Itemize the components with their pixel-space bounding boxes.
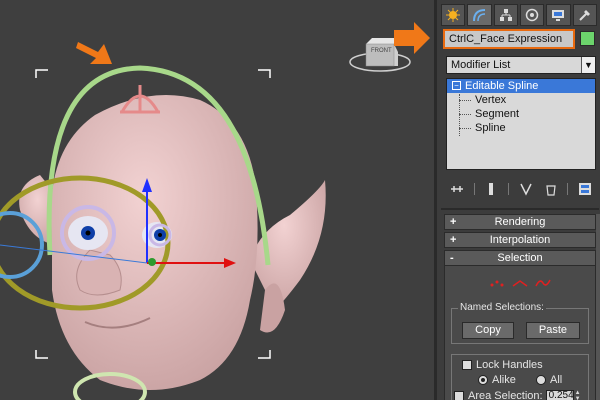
utilities-tab[interactable]: [572, 4, 597, 26]
segment-level-icon[interactable]: [512, 278, 528, 288]
display-tab[interactable]: [546, 4, 571, 26]
configure-icon: [578, 183, 591, 195]
trash-icon: [545, 185, 556, 196]
rollout-rendering[interactable]: + Rendering: [444, 214, 596, 230]
hierarchy-tab[interactable]: [493, 4, 518, 26]
panel-scrollbar[interactable]: [596, 214, 600, 400]
lock-handles-label: Lock Handles: [476, 359, 543, 371]
command-panel: CtrlC_Face Expression Modifier List ▼ − …: [434, 0, 600, 400]
pin-icon: [451, 186, 463, 192]
spinner-arrows-icon[interactable]: ▲ ▼: [575, 390, 581, 400]
stack-item-segment[interactable]: Segment: [447, 107, 595, 121]
stack-item-label: Spline: [475, 122, 506, 134]
show-end-result-button[interactable]: [483, 181, 499, 197]
all-radio[interactable]: [536, 375, 546, 385]
named-selections-label: Named Selections:: [458, 302, 546, 313]
stack-item-editable-spline[interactable]: − Editable Spline: [447, 79, 595, 93]
copy-button[interactable]: Copy: [462, 322, 514, 339]
remove-modifier-button[interactable]: [543, 181, 559, 197]
modify-tab-icon: [473, 9, 486, 22]
selection-rollout-body: Named Selections: Copy Paste Lock Handle…: [444, 266, 596, 400]
toolbar-divider: [508, 183, 510, 195]
make-unique-button[interactable]: [518, 181, 534, 197]
lock-handles-row: Lock Handles: [462, 359, 543, 371]
subobject-level-icons: [485, 278, 555, 290]
expand-icon: +: [450, 216, 457, 228]
stack-item-label: Segment: [475, 108, 520, 120]
stack-item-vertex[interactable]: Vertex: [447, 93, 595, 107]
handle-options-group: Lock Handles Alike All Area Selection: 0…: [451, 354, 589, 400]
command-panel-tabs: [441, 4, 597, 26]
display-tab-icon: [552, 10, 565, 21]
collapse-icon: -: [450, 252, 454, 264]
expand-icon: +: [450, 234, 457, 246]
spline-level-icon[interactable]: [535, 278, 551, 288]
stack-item-label: Editable Spline: [465, 80, 539, 92]
show-end-result-icon: [489, 183, 494, 195]
object-color-swatch[interactable]: [580, 31, 595, 46]
create-tab-icon: [446, 8, 461, 22]
alike-radio-row: Alike: [478, 374, 516, 386]
annotation-arrow-arc: [76, 42, 112, 64]
modify-tab[interactable]: [467, 4, 492, 26]
named-selections-group: Named Selections: Copy Paste: [451, 302, 589, 344]
collapse-icon[interactable]: −: [452, 81, 461, 90]
right-ear: [250, 180, 326, 310]
lock-handles-checkbox[interactable]: [462, 360, 472, 370]
pin-stack-button[interactable]: [449, 181, 465, 197]
svg-text:FRONT: FRONT: [371, 48, 392, 54]
alike-label: Alike: [492, 374, 516, 386]
utilities-tab-icon: [579, 10, 590, 21]
panel-divider: [441, 208, 599, 210]
configure-sets-button[interactable]: [577, 181, 593, 197]
vertex-level-icon[interactable]: [489, 278, 505, 288]
toolbar-divider: [567, 183, 569, 195]
modifier-list-dropdown[interactable]: Modifier List ▼: [446, 56, 596, 74]
stack-item-label: Vertex: [475, 94, 507, 106]
stack-item-spline[interactable]: Spline: [447, 121, 595, 135]
all-radio-row: All: [536, 374, 562, 386]
perspective-viewport[interactable]: FRONT: [0, 0, 434, 400]
chevron-down-icon[interactable]: ▼: [581, 57, 595, 73]
alike-radio[interactable]: [478, 375, 488, 385]
make-unique-icon: [520, 183, 532, 196]
rollout-title: Selection: [497, 252, 543, 264]
stack-toolbar: [449, 180, 593, 198]
modifier-stack[interactable]: − Editable Spline Vertex Segment Spline: [446, 78, 596, 170]
motion-tab-icon: [525, 8, 539, 22]
rollout-interpolation[interactable]: + Interpolation: [444, 232, 596, 248]
create-tab[interactable]: [441, 4, 466, 26]
viewport-scene: FRONT: [0, 22, 430, 400]
rollout-title: Rendering: [494, 216, 546, 228]
modifier-list-label: Modifier List: [451, 59, 511, 71]
hierarchy-tab-icon: [499, 9, 512, 21]
toolbar-divider: [473, 183, 475, 195]
annotation-arrow-name: [394, 22, 430, 54]
area-selection-label: Area Selection:: [468, 390, 543, 400]
area-selection-checkbox[interactable]: [454, 391, 464, 400]
rollout-selection[interactable]: - Selection: [444, 250, 596, 266]
paste-button[interactable]: Paste: [526, 322, 580, 339]
area-selection-row: Area Selection: 0.254 ▲ ▼: [454, 390, 581, 400]
motion-tab[interactable]: [519, 4, 545, 26]
object-name-field[interactable]: CtrlC_Face Expression: [443, 29, 575, 49]
all-label: All: [550, 374, 563, 386]
rollout-title: Interpolation: [489, 234, 551, 246]
area-selection-spinner[interactable]: 0.254: [545, 390, 574, 400]
object-name-row: CtrlC_Face Expression: [443, 29, 599, 49]
rollouts-container: + Rendering + Interpolation - Selection …: [444, 214, 596, 400]
